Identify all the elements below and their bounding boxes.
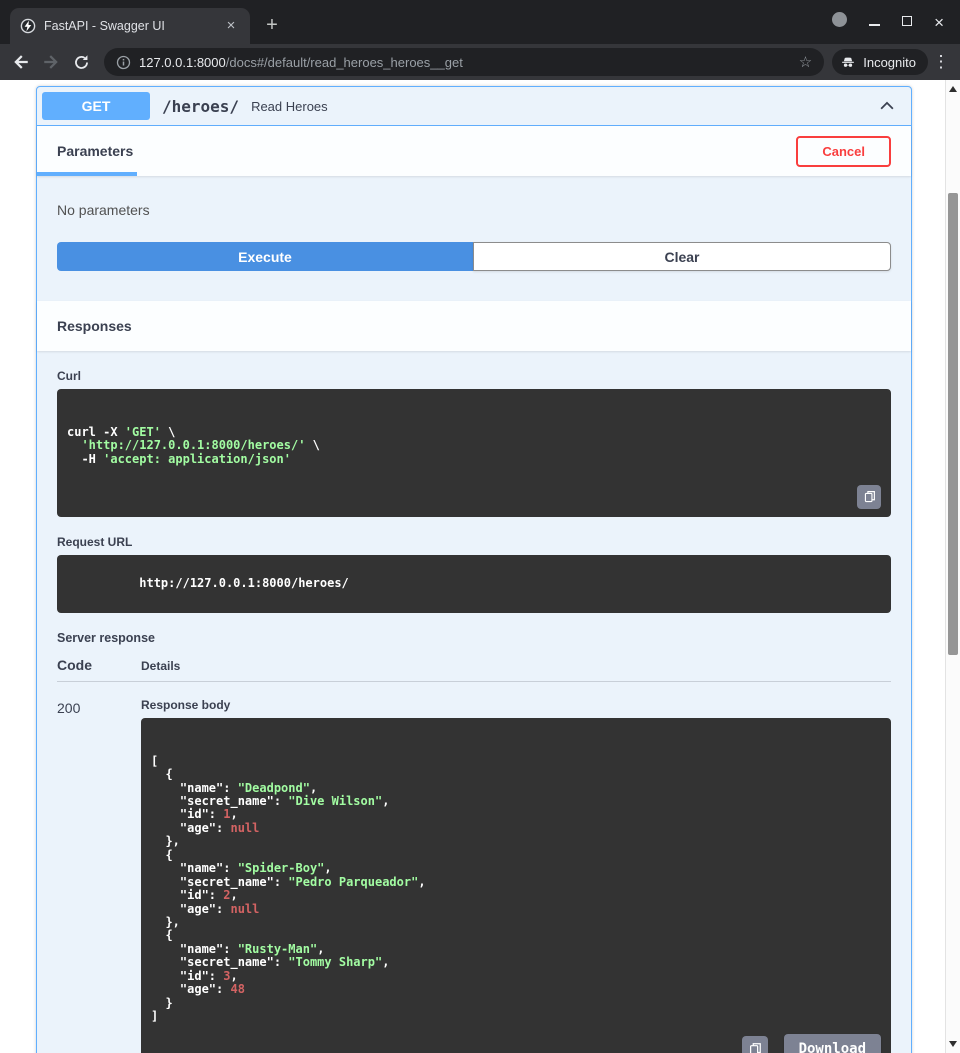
clear-button[interactable]: Clear [473,242,891,271]
response-details: Response body [ { "name": "Deadpond", "s… [141,698,891,1053]
scrollbar-up-arrow[interactable] [946,82,960,96]
url-path: /docs#/default/read_heroes_heroes__get [226,55,463,70]
code-column-header: Code [57,657,141,673]
opblock-get-heroes: GET /heroes/ Read Heroes Parameters Canc… [36,86,912,1053]
response-row-200: 200 Response body [ { "name": "Deadpond"… [57,698,891,1053]
incognito-badge: Incognito [832,49,928,75]
responses-section-header: Responses [37,301,911,351]
details-column-header: Details [141,659,180,673]
bookmark-star-icon[interactable]: ☆ [799,53,812,71]
window-close-button[interactable]: × [934,14,944,31]
window-controls: × [816,0,960,44]
copy-curl-button[interactable] [857,485,881,509]
responses-body: Curl curl -X 'GET' \ 'http://127.0.0.1:8… [37,351,911,1053]
request-url-block: http://127.0.0.1:8000/heroes/ [57,555,891,613]
endpoint-path: /heroes/ [162,97,239,116]
request-url-value: http://127.0.0.1:8000/heroes/ [139,576,349,590]
fastapi-favicon-icon [20,18,36,34]
download-button[interactable]: Download [784,1034,881,1053]
page-info-icon[interactable] [116,55,131,70]
window-maximize-button[interactable] [902,13,912,31]
parameters-body: No parameters [37,176,911,242]
swagger-ui: GET /heroes/ Read Heroes Parameters Canc… [0,80,945,1053]
request-url-label: Request URL [57,535,891,549]
server-response-label: Server response [57,631,891,645]
browser-toolbar: 127.0.0.1:8000/docs#/default/read_heroes… [0,44,960,80]
collapse-chevron-up-icon[interactable] [868,97,906,115]
curl-command-code: curl -X 'GET' \ 'http://127.0.0.1:8000/h… [67,426,841,466]
back-button[interactable] [6,47,36,77]
tab-close-icon[interactable]: × [222,17,240,35]
new-tab-button[interactable]: + [258,12,286,40]
opblock-summary[interactable]: GET /heroes/ Read Heroes [37,87,911,126]
scrollbar-thumb[interactable] [948,193,958,655]
response-body-block: [ { "name": "Deadpond", "secret_name": "… [141,718,891,1053]
status-code: 200 [57,698,141,1053]
forward-button[interactable] [36,47,66,77]
curl-command-block: curl -X 'GET' \ 'http://127.0.0.1:8000/h… [57,389,891,517]
address-bar[interactable]: 127.0.0.1:8000/docs#/default/read_heroes… [104,48,824,76]
endpoint-summary: Read Heroes [251,99,328,114]
response-body-controls: Download [742,1034,881,1053]
scrollbar-down-arrow[interactable] [946,1037,960,1051]
curl-label: Curl [57,369,891,383]
browser-update-icon[interactable] [832,12,847,32]
execute-button[interactable]: Execute [57,242,473,271]
browser-tab[interactable]: FastAPI - Swagger UI × [10,8,250,44]
tab-strip: FastAPI - Swagger UI × + × [0,0,960,44]
http-method-badge: GET [42,92,150,120]
no-parameters-text: No parameters [57,202,150,218]
execute-row: Execute Clear [37,242,911,301]
clipboard-icon [748,1042,762,1053]
url-host: 127.0.0.1:8000 [139,55,226,70]
parameters-section-header: Parameters Cancel [37,126,911,176]
page-scrollbar[interactable] [945,80,960,1053]
browser-menu-icon[interactable]: ⋮ [928,52,954,72]
tab-title: FastAPI - Swagger UI [44,19,214,33]
parameters-tab-indicator [37,172,137,176]
cancel-button[interactable]: Cancel [796,136,891,167]
incognito-label: Incognito [863,55,916,70]
response-body-label: Response body [141,698,891,712]
page-content: GET /heroes/ Read Heroes Parameters Canc… [0,80,945,1053]
window-minimize-button[interactable] [869,13,880,31]
response-body-json: [ { "name": "Deadpond", "secret_name": "… [151,755,881,1024]
tab-parameters: Parameters [57,143,133,159]
incognito-spy-icon [840,54,856,70]
response-table-header: Code Details [57,657,891,682]
url-text[interactable]: 127.0.0.1:8000/docs#/default/read_heroes… [139,55,791,70]
copy-response-button[interactable] [742,1036,768,1053]
reload-button[interactable] [66,47,96,77]
clipboard-icon [863,490,876,503]
responses-title: Responses [57,318,132,334]
browser-chrome: FastAPI - Swagger UI × + × 127.0.0.1:800… [0,0,960,80]
